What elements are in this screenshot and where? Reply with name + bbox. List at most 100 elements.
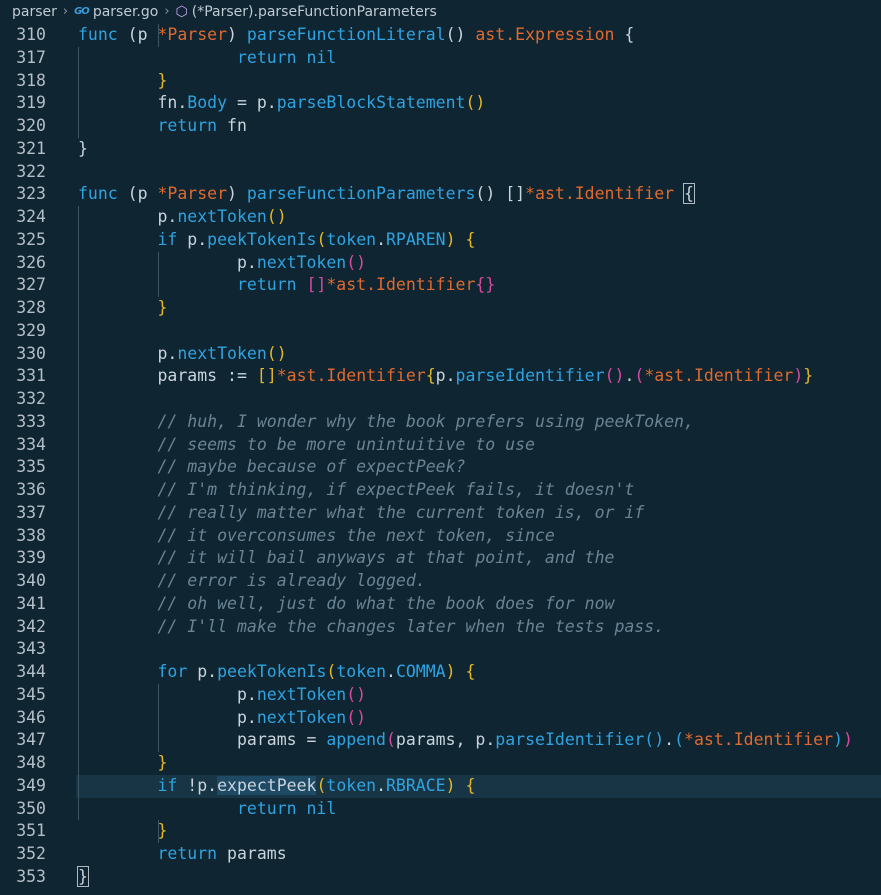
indent-guide	[158, 820, 159, 843]
code-line[interactable]: 320 return fn	[0, 115, 881, 138]
code-line[interactable]: 353}	[0, 865, 881, 889]
code-line[interactable]: 318 }	[0, 70, 881, 93]
code-token: )	[843, 730, 853, 750]
code-token: }	[157, 70, 168, 90]
code-token: p	[137, 25, 148, 44]
code-text: return params	[78, 843, 287, 866]
code-line[interactable]: 333 // huh, I wonder why the book prefer…	[0, 411, 881, 434]
code-line[interactable]: 338 // it overconsumes the next token, s…	[0, 525, 881, 548]
code-line[interactable]: 344 for p.peekTokenIs(token.COMMA) {	[0, 661, 881, 684]
line-number: 322	[16, 161, 46, 181]
code-line[interactable]: 336 // I'm thinking, if expectPeek fails…	[0, 479, 881, 502]
code-token: peekTokenIs	[217, 662, 327, 681]
line-number: 323	[16, 184, 46, 204]
code-line[interactable]: 323 func (p *Parser) parseFunctionParamet…	[0, 183, 881, 206]
code-line[interactable]: 330 p.nextToken()	[0, 343, 881, 366]
code-line[interactable]: 326 p.nextToken()	[0, 252, 881, 275]
code-line[interactable]: 335 // maybe because of expectPeek?	[0, 456, 881, 479]
code-token: return	[236, 275, 297, 295]
code-token: fn	[157, 93, 178, 113]
code-line[interactable]: 325 if p.peekTokenIs(token.RPAREN) {	[0, 229, 881, 252]
code-editor[interactable]: 310 func (p *Parser) parseFunctionLiteral…	[0, 24, 881, 889]
code-token: ()	[266, 343, 287, 363]
code-line[interactable]: 337 // really matter what the current to…	[0, 502, 881, 525]
code-line[interactable]: 327 return []*ast.Identifier{}	[0, 274, 881, 297]
code-token: fn	[227, 116, 247, 135]
code-text: fn.Body = p.parseBlockStatement()	[78, 92, 485, 115]
code-token: ,	[455, 730, 476, 750]
code-line[interactable]: 340 // error is already logged.	[0, 570, 881, 593]
code-line[interactable]: 329	[0, 320, 881, 343]
line-number: 325	[16, 229, 46, 249]
code-line[interactable]: 341 // oh well, just do what the book do…	[0, 593, 881, 616]
code-token: }	[77, 865, 89, 887]
code-token: (	[316, 229, 327, 249]
line-number: 334	[16, 434, 46, 454]
code-line[interactable]: 350 return nil	[0, 798, 881, 821]
code-line[interactable]: 352 return params	[0, 843, 881, 866]
code-token: {	[614, 25, 635, 44]
line-number: 341	[16, 593, 46, 613]
code-line[interactable]: 321}	[0, 138, 881, 161]
code-token: *Parser	[157, 184, 228, 204]
line-number: 317	[16, 47, 46, 67]
breadcrumb: parser › GO parser.go › ⬡ (*Parser).pars…	[0, 0, 881, 24]
code-token: params	[227, 844, 287, 863]
code-line[interactable]: 334 // seems to be more unintuitive to u…	[0, 434, 881, 457]
breadcrumb-symbol[interactable]: (*Parser).parseFunctionParameters	[192, 0, 437, 24]
code-line[interactable]: 339 // it will bail anyways at that poin…	[0, 547, 881, 570]
breadcrumb-folder[interactable]: parser	[12, 0, 57, 24]
code-text: for p.peekTokenIs(token.COMMA) {	[78, 661, 475, 684]
code-token: (	[634, 366, 645, 386]
line-number: 346	[16, 707, 46, 727]
code-text: }	[78, 70, 167, 93]
indent-guide	[78, 46, 79, 138]
code-token: )	[445, 229, 456, 249]
code-line[interactable]: 347 params = append(params, p.parseIdent…	[0, 729, 881, 752]
code-token: )	[445, 775, 456, 795]
code-line[interactable]: 328 }	[0, 297, 881, 320]
indent-guide	[158, 683, 159, 752]
code-line[interactable]: 342 // I'll make the changes later when …	[0, 616, 881, 639]
code-line[interactable]: 346 p.nextToken()	[0, 707, 881, 730]
code-line[interactable]: 351 }	[0, 820, 881, 843]
code-token: token	[326, 229, 377, 249]
code-line[interactable]: 343	[0, 638, 881, 661]
code-token: // error is already logged.	[157, 571, 426, 590]
code-token: p	[236, 684, 247, 704]
breadcrumb-file[interactable]: parser.go	[93, 0, 159, 24]
code-line[interactable]: 332	[0, 388, 881, 411]
code-token: .	[664, 730, 675, 750]
code-token: p	[157, 343, 168, 363]
code-token: )	[833, 730, 843, 750]
code-line[interactable]: 310 func (p *Parser) parseFunctionLiteral…	[0, 24, 881, 47]
code-line[interactable]: 349 if !p.expectPeek(token.RBRACE) {	[0, 774, 881, 798]
code-token: nextToken	[256, 252, 347, 272]
code-line[interactable]: 331 params := []*ast.Identifier{p.parseI…	[0, 365, 881, 388]
code-line[interactable]: 348 }	[0, 752, 881, 775]
line-number: 319	[16, 93, 46, 113]
code-text: params = append(params, p.parseIdentifie…	[78, 729, 853, 752]
code-token: p	[236, 707, 247, 727]
code-line[interactable]: 322	[0, 161, 881, 184]
code-line[interactable]: 319 fn.Body = p.parseBlockStatement()	[0, 92, 881, 115]
code-line[interactable]: 324 p.nextToken()	[0, 206, 881, 229]
code-token: // I'm thinking, if expectPeek fails, it…	[157, 480, 635, 499]
code-token: .	[207, 775, 218, 795]
code-token: .	[485, 730, 496, 750]
code-line[interactable]: 317 return nil	[0, 47, 881, 70]
code-token: )	[227, 25, 247, 44]
code-token: peekTokenIs	[207, 229, 317, 249]
code-token: ()	[266, 207, 287, 226]
code-text: return nil	[78, 47, 336, 70]
line-number: 349	[16, 775, 46, 795]
code-token: // it overconsumes the next token, since	[157, 525, 555, 545]
code-token: parseIdentifier	[455, 366, 605, 386]
line-number: 336	[16, 480, 46, 499]
code-line[interactable]: 345 p.nextToken()	[0, 684, 881, 707]
